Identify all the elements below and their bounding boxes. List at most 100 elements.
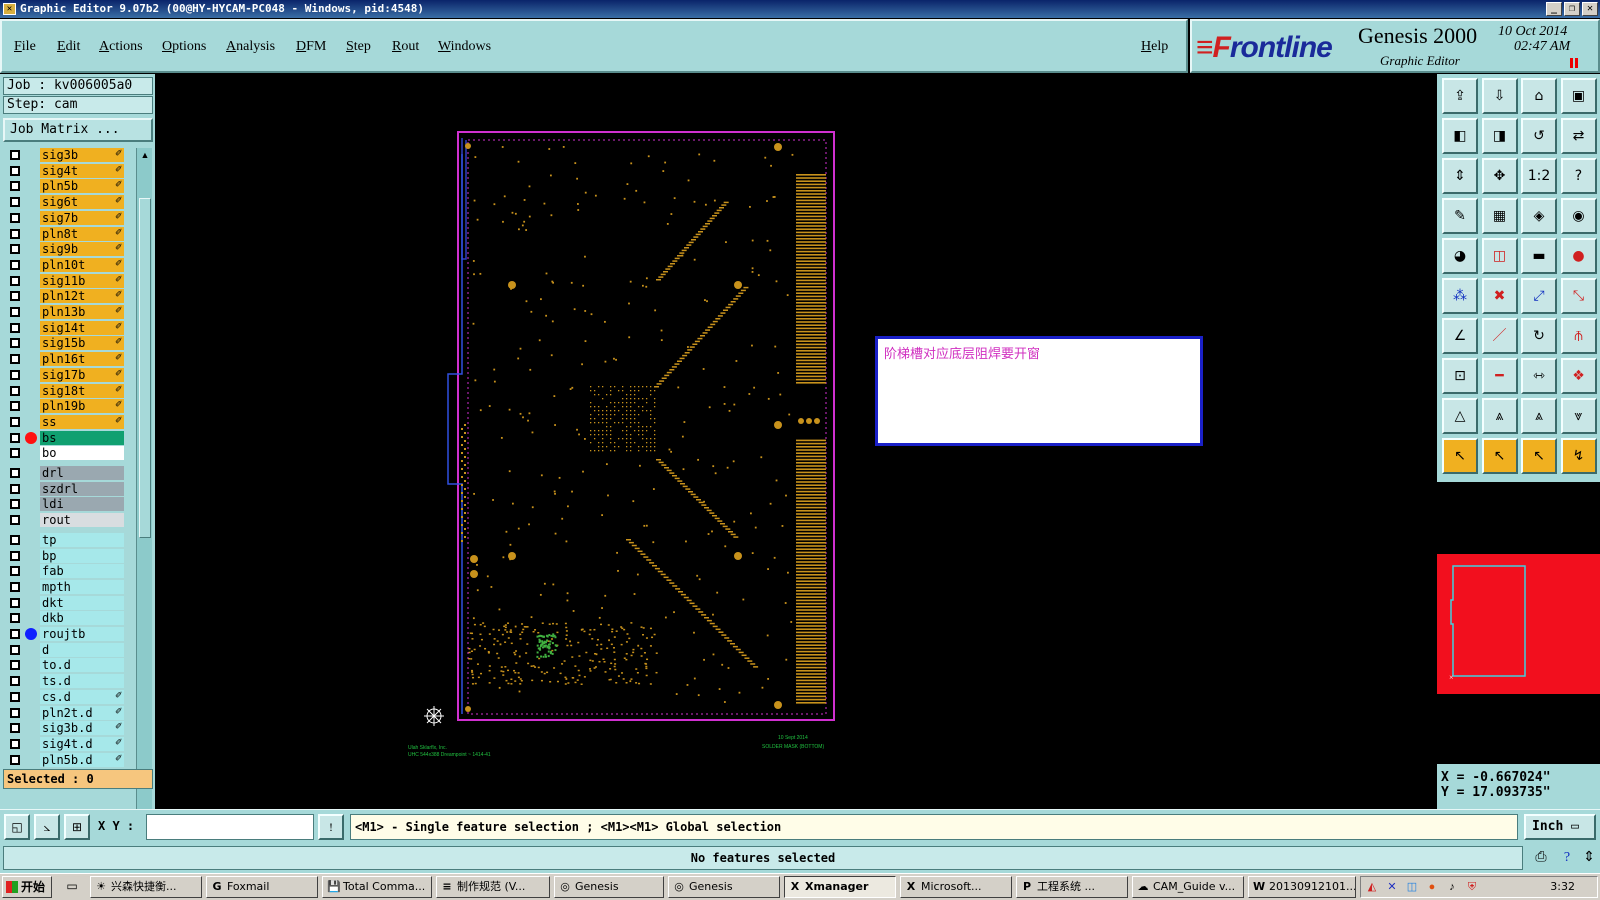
taskbar-item[interactable]: P 工程系统 ... (1016, 876, 1128, 898)
layer-checkbox[interactable] (10, 432, 20, 443)
tray-security-icon[interactable]: ⛨ (1465, 880, 1479, 894)
layer-name[interactable]: pln8t (40, 226, 124, 241)
layer-row[interactable]: sig18t ✐ (3, 383, 135, 398)
tool-button-34[interactable]: ⩓ (1481, 398, 1518, 434)
tool-button-32[interactable]: ❖ (1560, 358, 1597, 394)
layer-row[interactable]: pln19b ✐ (3, 399, 135, 414)
layer-name[interactable]: dkb (40, 611, 124, 626)
layer-row[interactable]: sig15b ✐ (3, 336, 135, 351)
layer-name[interactable]: sig15b (40, 336, 124, 351)
layer-name[interactable]: pln2t.d (40, 705, 124, 720)
layer-checkbox[interactable] (10, 291, 20, 302)
layer-row[interactable]: pln12t ✐ (3, 289, 135, 304)
layer-name[interactable]: pln12t (40, 289, 124, 304)
layer-name[interactable]: pln13b (40, 305, 124, 319)
layer-checkbox[interactable] (10, 691, 20, 702)
layer-checkbox[interactable] (10, 307, 20, 317)
tool-button-15[interactable]: ◈ (1521, 198, 1557, 234)
tool-button-29[interactable]: ⊡ (1442, 358, 1478, 394)
tool-button-9[interactable]: ⇕ (1442, 158, 1478, 194)
layer-name[interactable]: pln5b.d (40, 752, 124, 767)
layer-checkbox[interactable] (10, 338, 20, 349)
layer-name[interactable]: pln5b (40, 179, 124, 194)
tool-button-31[interactable]: ⇿ (1521, 358, 1557, 394)
scroll-thumb[interactable] (139, 198, 151, 538)
layer-checkbox[interactable] (10, 644, 20, 655)
layer-checkbox[interactable] (10, 322, 20, 333)
grid-icon[interactable]: ⊞ (64, 814, 90, 840)
layer-name[interactable]: rout (40, 513, 124, 528)
restore-button[interactable]: ❐ (1564, 2, 1580, 16)
layer-checkbox[interactable] (10, 150, 20, 160)
tool-button-6[interactable]: ◨ (1481, 118, 1518, 154)
layer-row[interactable]: bo (3, 446, 135, 461)
comment-note[interactable]: 阶梯槽对应底层阻焊要开窗 (875, 336, 1203, 446)
layer-name[interactable]: d (40, 642, 124, 657)
tool-button-23[interactable]: ⤢ (1521, 278, 1557, 314)
menu-dfm[interactable]: DFM (296, 39, 326, 55)
taskbar-item[interactable]: G Foxmail (206, 876, 318, 898)
tool-button-35[interactable]: ⩓ (1521, 398, 1557, 434)
tool-button-21[interactable]: ⁂ (1442, 278, 1478, 314)
layer-row[interactable]: pln5b ✐ (3, 179, 135, 194)
tool-button-8[interactable]: ⇄ (1560, 118, 1597, 154)
layer-name[interactable]: sig17b (40, 367, 124, 382)
tool-button-24[interactable]: ⤡ (1560, 278, 1597, 314)
tool-button-2[interactable]: ⇩ (1481, 78, 1518, 114)
layer-checkbox[interactable] (10, 416, 20, 427)
unit-selector[interactable]: Inch ▭ (1524, 814, 1596, 840)
layer-checkbox[interactable] (10, 244, 20, 255)
layer-row[interactable]: sig11b ✐ (3, 273, 135, 288)
layer-name[interactable]: mpth (40, 579, 124, 594)
layer-name[interactable]: sig14t (40, 320, 124, 335)
layer-checkbox[interactable] (10, 723, 20, 734)
layer-row[interactable]: roujtb (3, 627, 135, 641)
layer-row[interactable]: pln16t ✐ (3, 352, 135, 367)
layer-row[interactable]: sig4t.d ✐ (3, 736, 135, 751)
layer-row[interactable]: ldi (3, 497, 135, 512)
tool-button-13[interactable]: ✎ (1442, 198, 1478, 234)
layer-checkbox[interactable] (10, 597, 20, 608)
layer-name[interactable]: ts.d (40, 674, 124, 689)
taskbar-item[interactable]: ☁ CAM_Guide v... (1132, 876, 1244, 898)
taskbar-item[interactable]: W 20130912101... (1248, 876, 1356, 898)
tool-button-12[interactable]: ? (1560, 158, 1597, 194)
layer-name[interactable]: sig11b (40, 273, 124, 288)
close-button[interactable]: ✕ (1582, 2, 1598, 16)
layer-row[interactable]: tp (3, 532, 135, 547)
layer-checkbox[interactable] (10, 676, 20, 687)
tool-button-7[interactable]: ↺ (1521, 118, 1557, 154)
pcb-board-view[interactable]: Ulah Sklarflx, Inc. UHC 544x388 Dreampoi… (156, 74, 1436, 809)
taskbar-item[interactable]: ≡ 制作规范 (V... (436, 876, 550, 898)
tool-button-26[interactable]: ／ (1481, 318, 1518, 354)
layer-name[interactable]: sig4t (40, 163, 124, 178)
tool-button-14[interactable]: ▦ (1481, 198, 1518, 234)
layer-name[interactable]: sig18t (40, 383, 124, 398)
job-matrix-button[interactable]: Job Matrix ... (3, 118, 153, 142)
layer-checkbox[interactable] (10, 401, 20, 412)
layer-row[interactable]: rout (3, 513, 135, 528)
layer-name[interactable]: tp (40, 532, 124, 547)
layer-name[interactable]: pln16t (40, 352, 124, 367)
layer-name[interactable]: bo (40, 446, 124, 461)
menu-windows[interactable]: Windows (438, 39, 491, 55)
layer-row[interactable]: bs (3, 430, 135, 445)
tool-button-11[interactable]: 1:2 (1521, 158, 1557, 194)
menu-options[interactable]: Options (162, 39, 206, 55)
layer-checkbox[interactable] (10, 566, 20, 577)
layer-row[interactable]: sig3b ✐ (3, 148, 135, 162)
layer-checkbox[interactable] (10, 369, 20, 380)
xy-input[interactable] (146, 814, 314, 840)
tool-button-20[interactable]: ● (1560, 238, 1597, 274)
tray-sync-icon[interactable]: ◫ (1405, 880, 1419, 894)
layer-row[interactable]: sig7b ✐ (3, 210, 135, 225)
tray-app-icon[interactable]: ◭ (1365, 880, 1379, 894)
layer-name[interactable]: szdrl (40, 481, 124, 496)
layer-name[interactable]: sig9b (40, 242, 124, 257)
tool-button-38[interactable]: ↖ (1481, 438, 1518, 474)
scroll-up-icon[interactable]: ▲ (139, 149, 151, 161)
layer-checkbox[interactable] (10, 483, 20, 494)
layer-name[interactable]: pln10t (40, 257, 124, 272)
tool-button-22[interactable]: ✖ (1481, 278, 1518, 314)
start-button[interactable]: 开始 (2, 876, 52, 898)
